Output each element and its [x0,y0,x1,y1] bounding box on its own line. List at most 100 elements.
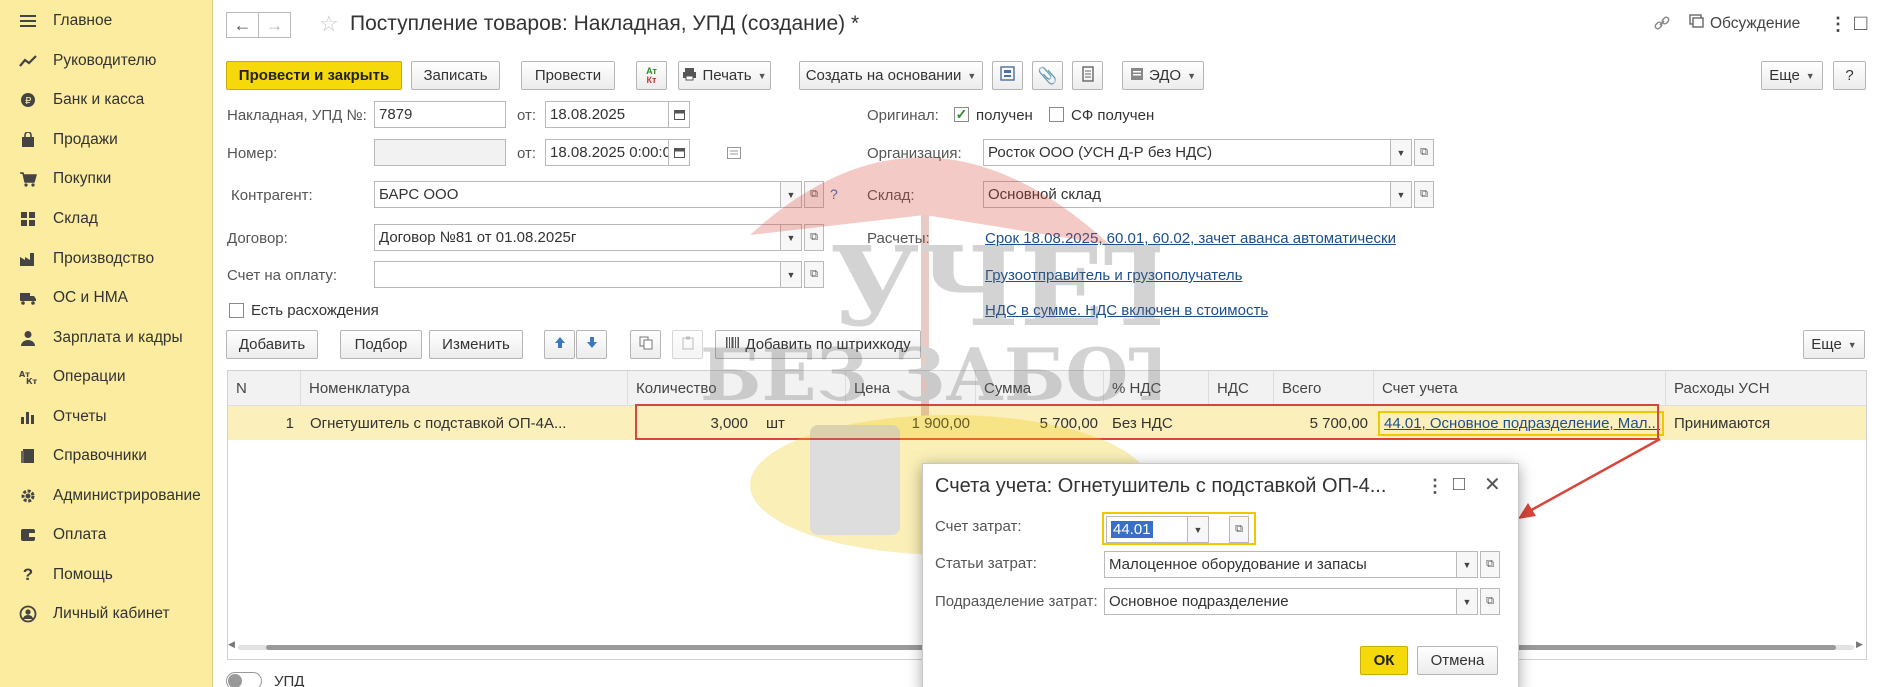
settlements-link[interactable]: Срок 18.08.2025, 60.01, 60.02, зачет ава… [985,230,1396,247]
help-question-icon[interactable]: ? [830,186,838,202]
column-header-total[interactable]: Всего [1274,371,1374,406]
save-button[interactable]: Записать [411,61,500,90]
chevron-down-icon[interactable]: ▼ [780,262,801,287]
invoice-number-field[interactable]: 7879 [374,101,506,128]
discrepancy-checkbox[interactable] [229,303,244,318]
sidebar-item-admin[interactable]: Администрирование [0,477,212,515]
chevron-down-icon[interactable]: ▼ [1390,182,1411,207]
sidebar-item-account[interactable]: Личный кабинет [0,595,212,633]
structure-button[interactable] [992,61,1023,90]
scroll-left-icon[interactable]: ◀ [228,639,235,650]
maximize-icon[interactable]: □ [1854,10,1867,36]
add-by-barcode-button[interactable]: Добавить по штрихкоду [715,330,921,359]
sidebar-item-sales[interactable]: Продажи [0,121,212,159]
open-warehouse-icon[interactable]: ⧉ [1414,181,1434,208]
sidebar-item-bank[interactable]: ₽ Банк и касса [0,81,212,119]
number-field[interactable] [374,139,506,166]
sidebar-item-help[interactable]: ? Помощь [0,556,212,594]
sidebar-item-manager[interactable]: Руководителю [0,42,212,80]
open-counterparty-icon[interactable]: ⧉ [804,181,824,208]
sidebar-item-operations[interactable]: Ат Кт Операции [0,358,212,396]
sidebar-item-salary[interactable]: Зарплата и кадры [0,319,212,357]
table-more-button[interactable]: Еще ▼ [1803,330,1865,359]
create-based-button[interactable]: Создать на основании ▼ [799,61,983,90]
document-button[interactable] [1072,61,1103,90]
copy-button[interactable] [630,330,661,359]
column-header-item[interactable]: Номенклатура [301,371,628,406]
vat-link[interactable]: НДС в сумме. НДС включен в стоимость [985,302,1268,319]
column-header-vat-rate[interactable]: % НДС [1104,371,1209,406]
more-vert-icon[interactable]: ⋮ [1829,14,1847,35]
sidebar-item-main[interactable]: Главное [0,2,212,40]
help-button[interactable]: ? [1833,61,1866,90]
number-date-field[interactable]: 18.08.2025 0:00:00 [545,139,690,166]
link-icon[interactable] [1653,14,1671,32]
print-button[interactable]: Печать ▼ [678,61,771,90]
sidebar-item-warehouse[interactable]: Склад [0,200,212,238]
shipper-link[interactable]: Грузоотправитель и грузополучатель [985,267,1242,284]
original-received-checkbox[interactable]: ✓ [954,106,969,122]
close-icon[interactable]: ✕ [1484,472,1501,497]
invoice-date-field[interactable]: 18.08.2025 [545,101,690,128]
division-field[interactable]: Основное подразделение ▼ [1104,588,1478,615]
sidebar-item-assets[interactable]: ОС и НМА [0,279,212,317]
chevron-down-icon[interactable]: ▼ [780,225,801,250]
upd-toggle[interactable] [226,672,262,687]
open-division-icon[interactable]: ⧉ [1480,588,1500,615]
open-organization-icon[interactable]: ⧉ [1414,139,1434,166]
pick-button[interactable]: Подбор [340,330,422,359]
ok-button[interactable]: ОК [1360,646,1408,675]
column-header-sum[interactable]: Сумма [976,371,1104,406]
discussion-button[interactable]: Обсуждение [1689,14,1800,33]
more-vert-icon[interactable]: ⋮ [1426,476,1444,497]
sidebar-item-purchases[interactable]: Покупки [0,160,212,198]
cell-usn[interactable]: Принимаются [1674,406,1864,440]
column-header-vat[interactable]: НДС [1209,371,1274,406]
contract-field[interactable]: Договор №81 от 01.08.2025г ▼ [374,224,802,251]
open-cost-account-icon[interactable]: ⧉ [1229,516,1249,543]
move-down-button[interactable] [576,330,607,359]
open-payment-invoice-icon[interactable]: ⧉ [804,261,824,288]
organization-field[interactable]: Росток ООО (УСН Д-Р без НДС) ▼ [983,139,1412,166]
calendar-icon[interactable] [668,102,689,127]
cell-item[interactable]: Огнетушитель с подставкой ОП-4А... [310,406,622,440]
list-icon[interactable] [727,146,741,163]
sidebar-item-references[interactable]: Справочники [0,437,212,475]
post-and-close-button[interactable]: Провести и закрыть [226,61,402,90]
chevron-down-icon[interactable]: ▼ [780,182,801,207]
cell-n[interactable]: 1 [228,406,294,440]
chevron-down-icon[interactable]: ▼ [1456,589,1477,614]
forward-button[interactable]: → [258,12,291,38]
chevron-down-icon[interactable]: ▼ [1187,517,1208,542]
column-header-account[interactable]: Счет учета [1374,371,1666,406]
cost-items-field[interactable]: Малоценное оборудование и запасы ▼ [1104,551,1478,578]
post-button[interactable]: Провести [521,61,615,90]
chevron-down-icon[interactable]: ▼ [1390,140,1411,165]
calendar-icon[interactable] [668,140,689,165]
open-cost-items-icon[interactable]: ⧉ [1480,551,1500,578]
attach-button[interactable]: 📎 [1032,61,1063,90]
sf-received-checkbox[interactable] [1049,107,1064,122]
dtkt-button[interactable]: Ат Кт [636,61,667,90]
scroll-right-icon[interactable]: ▶ [1856,639,1863,650]
column-header-n[interactable]: N [228,371,301,406]
move-up-button[interactable] [544,330,575,359]
sidebar-item-payment[interactable]: Оплата [0,516,212,554]
sidebar-item-production[interactable]: Производство [0,240,212,278]
paste-button[interactable] [672,330,703,359]
cancel-button[interactable]: Отмена [1417,646,1498,675]
column-header-usn[interactable]: Расходы УСН [1666,371,1866,406]
chevron-down-icon[interactable]: ▼ [1456,552,1477,577]
edo-button[interactable]: ЭДО ▼ [1122,61,1204,90]
payment-invoice-field[interactable]: ▼ [374,261,802,288]
back-button[interactable]: ← [226,12,259,38]
open-contract-icon[interactable]: ⧉ [804,224,824,251]
cost-account-field[interactable]: 44.01 ▼ [1106,516,1209,543]
counterparty-field[interactable]: БАРС ООО ▼ [374,181,802,208]
add-row-button[interactable]: Добавить [226,330,318,359]
star-icon[interactable]: ☆ [319,11,339,37]
maximize-icon[interactable]: □ [1453,473,1465,496]
sidebar-item-reports[interactable]: Отчеты [0,398,212,436]
more-button[interactable]: Еще ▼ [1761,61,1823,90]
warehouse-field[interactable]: Основной склад ▼ [983,181,1412,208]
